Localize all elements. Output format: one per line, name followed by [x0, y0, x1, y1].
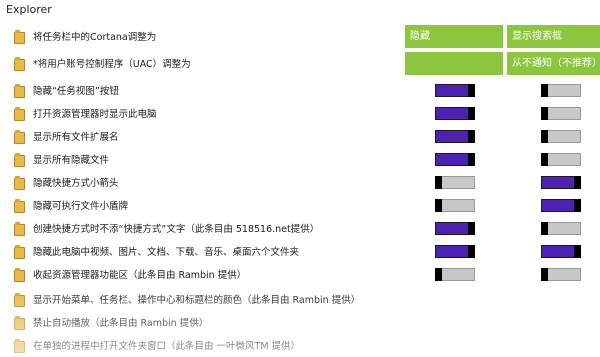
setting-row: 将任务栏中的Cortana调整为 [0, 25, 600, 48]
setting-label: 隐藏此电脑中视频、图片、文档、下载、音乐、桌面六个文件夹 [33, 247, 300, 258]
setting-label: 隐藏可执行文件小盾牌 [33, 201, 129, 212]
toggle-left-switch[interactable] [435, 268, 475, 281]
toggle-left-switch[interactable] [435, 153, 475, 166]
setting-row: 打开资源管理器时显示此电脑 [0, 102, 600, 125]
setting-label: *将用户账号控制程序（UAC）调整为 [33, 59, 191, 70]
folder-icon [14, 84, 25, 98]
folder-icon [14, 57, 25, 71]
toggle-right-switch[interactable] [541, 222, 581, 235]
toggle-left-switch[interactable] [435, 84, 475, 97]
setting-label: 创建快捷方式时不添“快捷方式”文字（此条目由 518516.net提供） [33, 224, 320, 235]
setting-label: 收起资源管理器功能区（此条目由 Rambin 提供） [33, 270, 247, 281]
setting-row: 显示开始菜单、任务栏、操作中心和标题栏的颜色（此条目由 Rambin 提供） [0, 288, 600, 311]
folder-icon [14, 130, 25, 144]
folder-icon [14, 107, 25, 121]
folder-icon [14, 153, 25, 167]
setting-row: 隐藏可执行文件小盾牌 [0, 194, 600, 217]
setting-label: 隐藏快捷方式小箭头 [33, 178, 119, 189]
folder-icon [14, 199, 25, 213]
setting-label: 显示所有隐藏文件 [33, 155, 110, 166]
setting-row: 在单独的进程中打开文件夹窗口（此条目由 一叶微风TM 提供） [0, 334, 600, 357]
folder-icon [14, 176, 25, 190]
setting-row: 显示所有隐藏文件 [0, 148, 600, 171]
toggle-right-switch[interactable] [541, 107, 581, 120]
setting-row: 禁止自动播放（此条目由 Rambin 提供） [0, 311, 600, 334]
folder-icon [14, 293, 25, 307]
toggle-right-switch[interactable] [541, 130, 581, 143]
folder-icon [14, 222, 25, 236]
toggle-right-switch[interactable] [541, 268, 581, 281]
setting-row: *将用户账号控制程序（UAC）调整为 [0, 52, 600, 75]
setting-label: 将任务栏中的Cortana调整为 [33, 32, 157, 43]
toggle-left-switch[interactable] [435, 107, 475, 120]
folder-icon [14, 245, 25, 259]
setting-label: 显示所有文件扩展名 [33, 132, 119, 143]
toggle-left-switch[interactable] [435, 176, 475, 189]
folder-icon [14, 316, 25, 330]
setting-row: 隐藏此电脑中视频、图片、文档、下载、音乐、桌面六个文件夹 [0, 240, 600, 263]
toggle-left-switch[interactable] [435, 222, 475, 235]
setting-label: 在单独的进程中打开文件夹窗口（此条目由 一叶微风TM 提供） [33, 341, 301, 352]
setting-row: 隐藏快捷方式小箭头 [0, 171, 600, 194]
setting-label: 显示开始菜单、任务栏、操作中心和标题栏的颜色（此条目由 Rambin 提供） [33, 295, 361, 306]
setting-row: 创建快捷方式时不添“快捷方式”文字（此条目由 518516.net提供） [0, 217, 600, 240]
toggle-right-switch[interactable] [541, 176, 581, 189]
setting-row: 收起资源管理器功能区（此条目由 Rambin 提供） [0, 263, 600, 286]
folder-icon [14, 268, 25, 282]
window-title: Explorer [6, 3, 52, 16]
setting-label: 隐藏“任务视图”按钮 [33, 86, 119, 97]
setting-row: 隐藏“任务视图”按钮 [0, 79, 600, 102]
folder-icon [14, 339, 25, 353]
toggle-right-switch[interactable] [541, 153, 581, 166]
toggle-left-switch[interactable] [435, 130, 475, 143]
toggle-right-switch[interactable] [541, 84, 581, 97]
setting-label: 打开资源管理器时显示此电脑 [33, 109, 157, 120]
setting-label: 禁止自动播放（此条目由 Rambin 提供） [33, 318, 209, 329]
toggle-right-switch[interactable] [541, 245, 581, 258]
toggle-left-switch[interactable] [435, 199, 475, 212]
setting-row: 显示所有文件扩展名 [0, 125, 600, 148]
toggle-left-switch[interactable] [435, 245, 475, 258]
toggle-right-switch[interactable] [541, 199, 581, 212]
folder-icon [14, 30, 25, 44]
